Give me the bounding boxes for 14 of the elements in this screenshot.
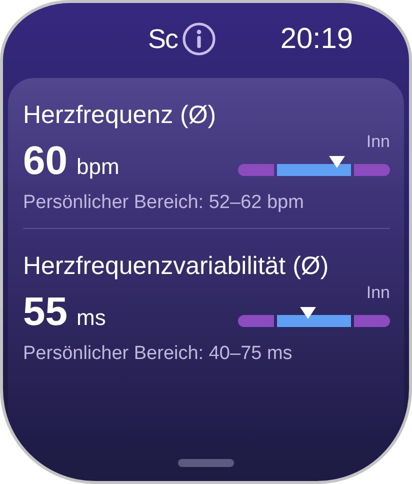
range-label: Inn xyxy=(366,132,390,152)
metric-unit: ms xyxy=(76,305,106,331)
metric-value: 60 xyxy=(23,138,68,184)
metric-title: Herzfrequenzvariabilität (Ø) xyxy=(23,251,330,281)
metric-title: Herzfrequenz (Ø) xyxy=(23,100,218,130)
clock-time: 20:19 xyxy=(280,22,353,56)
metric-value: 55 xyxy=(23,289,68,335)
info-icon[interactable] xyxy=(182,22,216,56)
range-text: Persönlicher Bereich: 52–62 bpm xyxy=(23,192,305,214)
metric-unit: bpm xyxy=(76,154,120,180)
home-handle[interactable] xyxy=(178,459,234,467)
range-label: Inn xyxy=(366,283,390,303)
app-label: Sc xyxy=(148,24,178,54)
range-text: Persönlicher Bereich: 40–75 ms xyxy=(23,343,294,365)
